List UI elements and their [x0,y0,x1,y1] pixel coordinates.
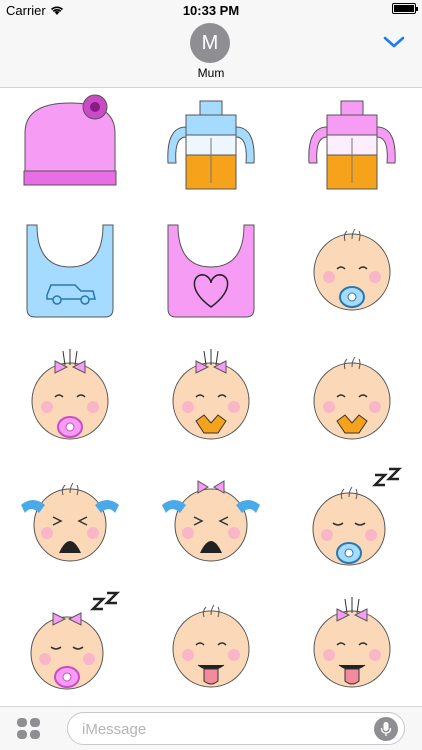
baby-girl-teether-sticker[interactable] [156,341,266,451]
sticker-cell[interactable] [141,460,281,584]
baby-boy-sleeping-sticker[interactable] [297,465,407,575]
sticker-cell[interactable] [141,88,281,212]
baby-boy-teether-sticker[interactable] [297,341,407,451]
contact-name[interactable]: Mum [0,66,422,80]
app-drawer-icon[interactable] [16,717,42,741]
baby-boy-crying-sticker[interactable] [15,465,125,575]
compose-bar: iMessage [0,706,422,750]
sticker-cell[interactable] [0,212,140,336]
conversation-header: M Mum [0,20,422,88]
sticker-cell[interactable] [141,336,281,460]
sticker-cell[interactable] [0,336,140,460]
message-input[interactable]: iMessage [67,712,405,745]
sticker-cell[interactable] [0,460,140,584]
baby-girl-pacifier-sticker[interactable] [15,341,125,451]
sticker-cell[interactable] [282,336,422,460]
sticker-grid [0,88,422,708]
status-time: 10:33 PM [182,3,240,18]
pink-baby-hat-sticker[interactable] [15,93,125,203]
battery-icon [392,3,418,14]
sticker-cell[interactable] [282,584,422,708]
sticker-cell[interactable] [0,584,140,708]
blue-sippy-cup-sticker[interactable] [156,93,266,203]
avatar[interactable]: M [190,23,230,63]
sticker-cell[interactable] [282,212,422,336]
sticker-cell[interactable] [282,88,422,212]
baby-girl-crying-sticker[interactable] [156,465,266,575]
baby-girl-tongue-sticker[interactable] [297,589,407,699]
sticker-cell[interactable] [0,88,140,212]
message-placeholder: iMessage [82,721,147,738]
baby-boy-pacifier-sticker[interactable] [297,217,407,327]
chevron-down-icon[interactable] [382,34,406,50]
microphone-icon[interactable] [374,717,398,741]
blue-bib-car-sticker[interactable] [15,217,125,327]
pink-bib-heart-sticker[interactable] [156,217,266,327]
sticker-cell[interactable] [141,212,281,336]
pink-sippy-cup-sticker[interactable] [297,93,407,203]
baby-girl-sleeping-sticker[interactable] [15,589,125,699]
status-bar: Carrier 10:33 PM [0,0,422,20]
sticker-cell[interactable] [282,460,422,584]
baby-boy-tongue-sticker[interactable] [156,589,266,699]
sticker-cell[interactable] [141,584,281,708]
